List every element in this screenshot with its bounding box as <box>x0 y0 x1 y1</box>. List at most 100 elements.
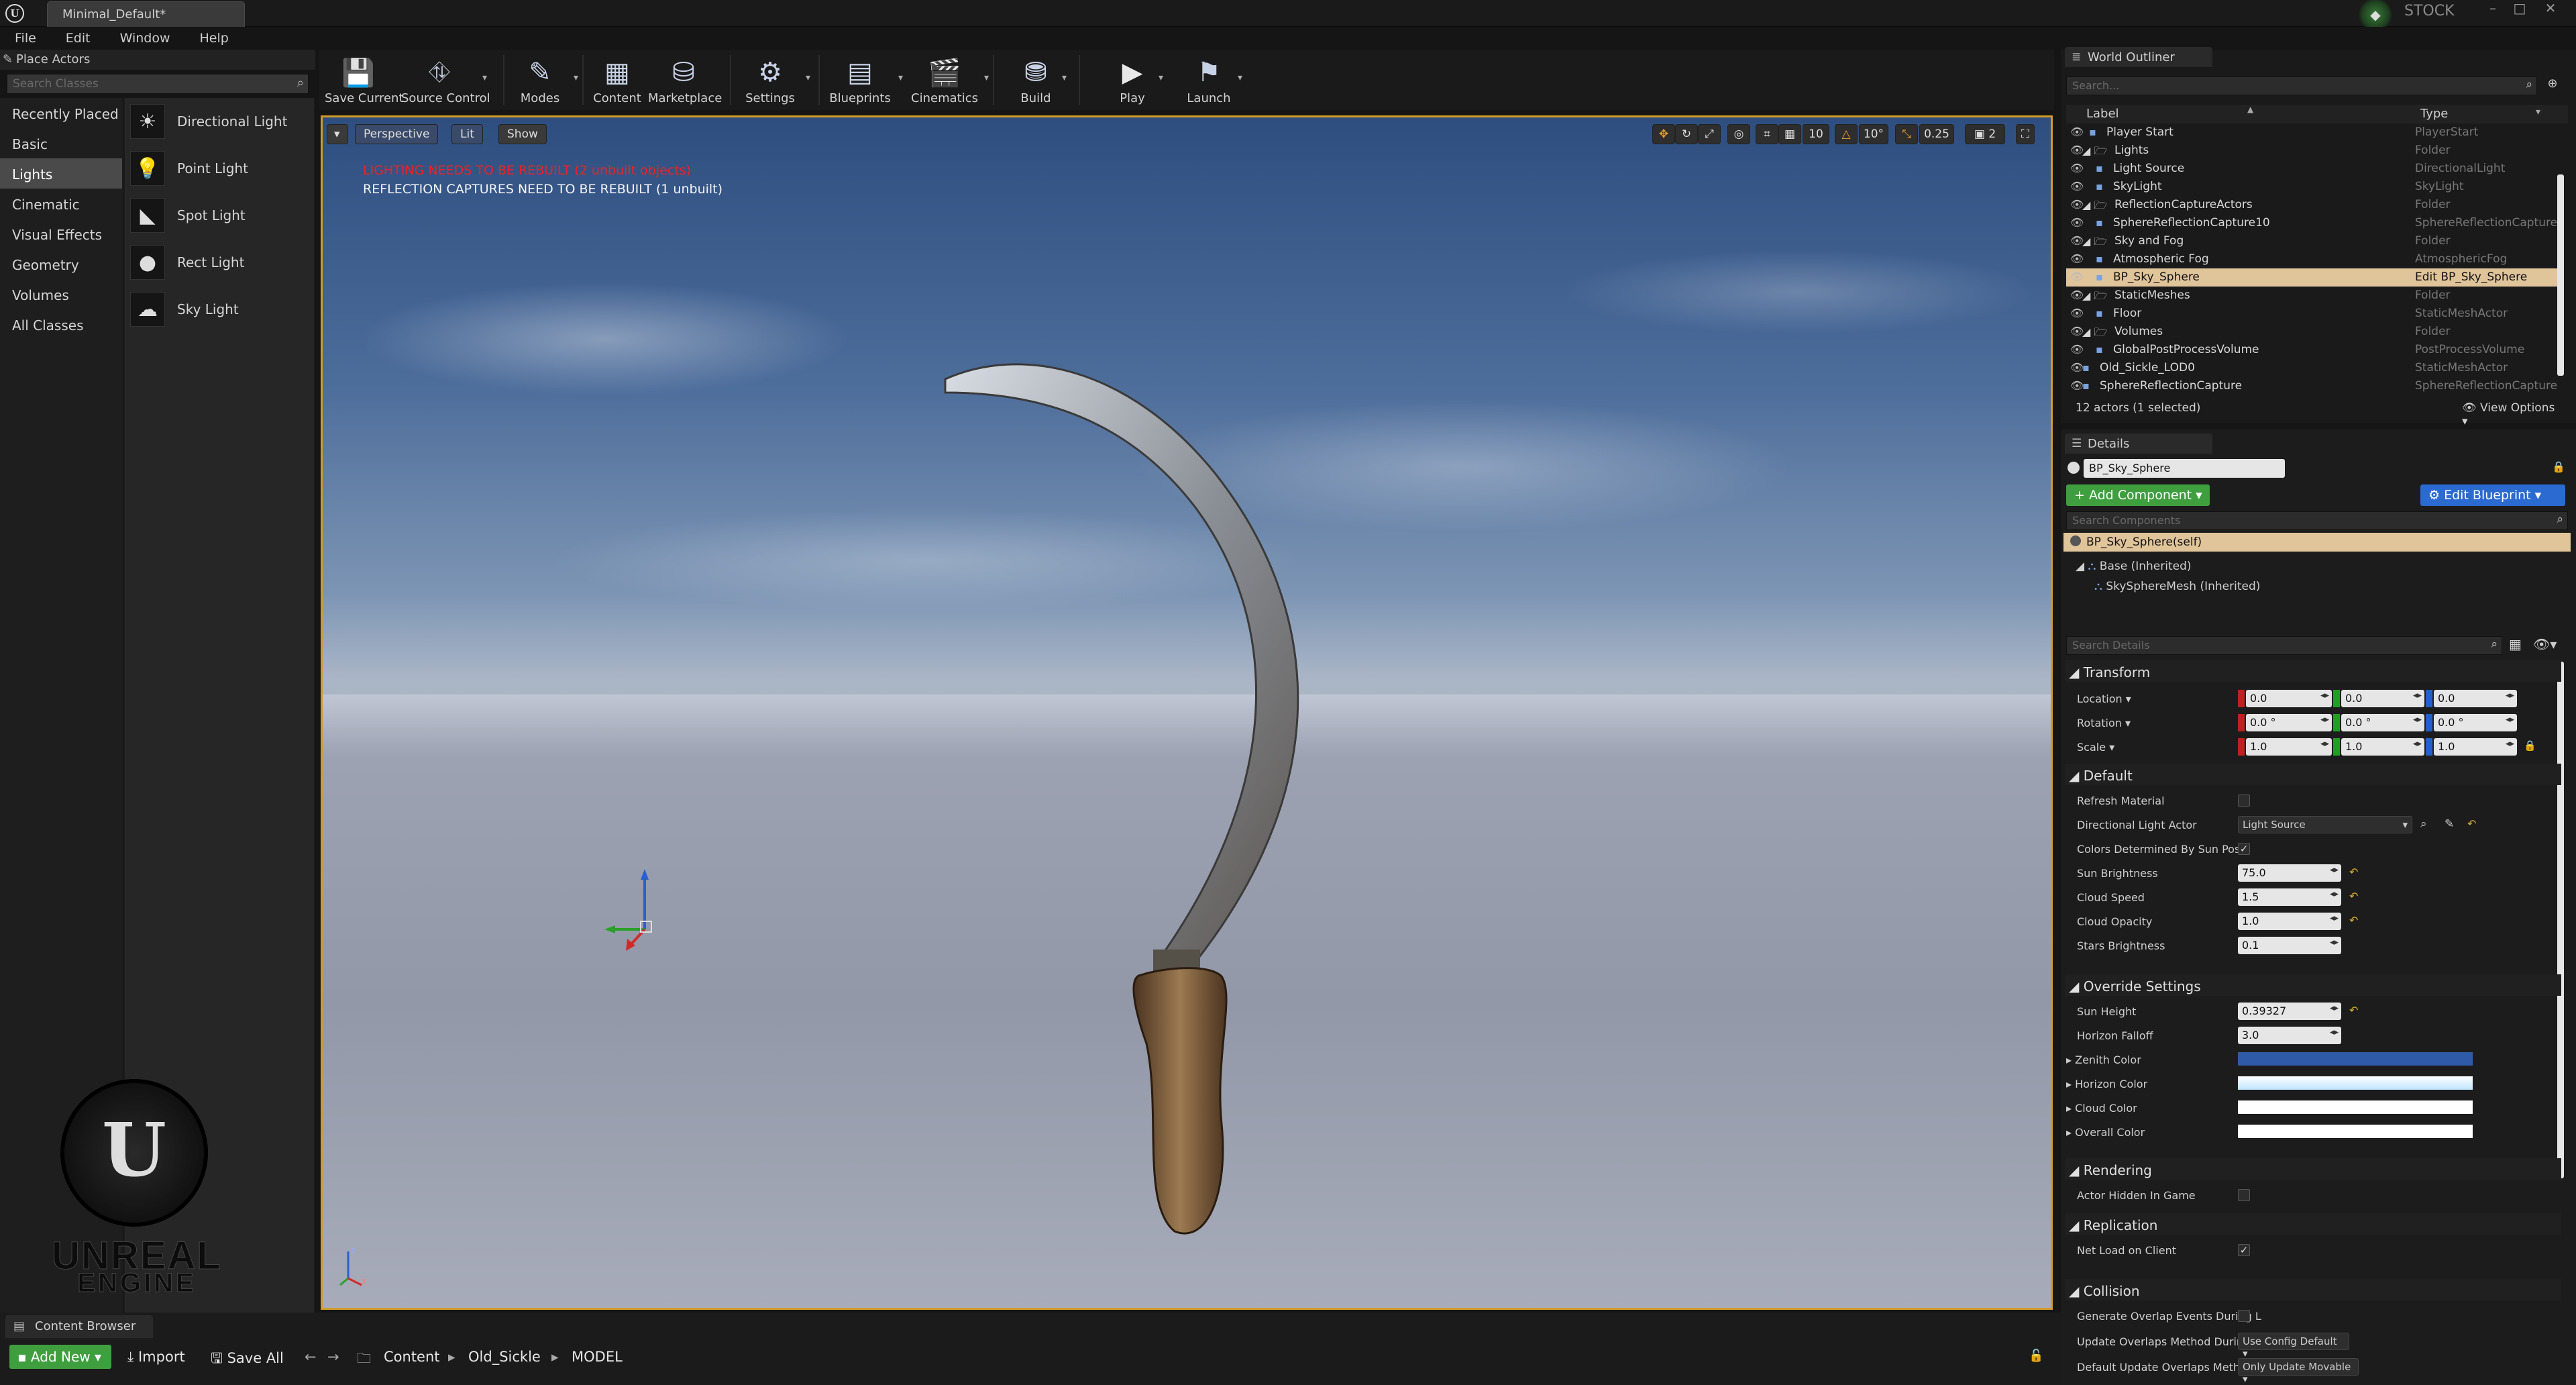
content-browser-tab[interactable]: ▤ Content Browser <box>5 1315 153 1338</box>
zenith-color-label[interactable]: ▸ Zenith Color <box>2066 1054 2141 1066</box>
scale-snap-value[interactable]: 0.25 <box>1919 124 1954 144</box>
save-current-button[interactable]: 💾 Save Current <box>325 50 404 110</box>
marketplace-button[interactable]: ⛁ Marketplace <box>648 50 722 110</box>
outliner-row[interactable]: 👁 ◢ 🗁 ReflectionCaptureActors Folder <box>2066 196 2563 214</box>
outliner-row[interactable]: 👁 ▪ Floor StaticMeshActor <box>2066 305 2563 323</box>
import-button[interactable]: ⤓ Import <box>127 1349 185 1366</box>
visibility-eye-icon[interactable]: 👁 <box>2070 125 2084 138</box>
modes-button[interactable]: ✎ Modes ▾ <box>511 50 578 110</box>
search-details-input[interactable]: Search Details ⌕ <box>2066 636 2502 655</box>
reset-to-default-icon[interactable]: ↶ <box>2349 890 2358 903</box>
place-actors-tab[interactable]: ✎ Place Actors <box>0 50 315 70</box>
search-components-input[interactable]: Search Components ⌕ <box>2066 511 2568 530</box>
scale-snap-icon[interactable]: ⤡ <box>1895 124 1918 144</box>
cloud-opacity-field[interactable]: 1.0 ◂▸ <box>2238 913 2341 930</box>
transform-gizmo[interactable] <box>604 869 685 956</box>
actor-spot-light[interactable]: ◣ Spot Light <box>125 192 314 239</box>
outliner-row-type[interactable]: Edit BP_Sky_Sphere <box>2415 270 2527 284</box>
outliner-row[interactable]: 👁 ▪ Old_Sickle_LOD0 StaticMeshActor <box>2066 359 2563 377</box>
visibility-eye-icon[interactable]: 👁 <box>2070 252 2084 265</box>
visibility-eye-icon[interactable]: 👁 <box>2070 343 2084 356</box>
play-button[interactable]: ▶ Play ▾ <box>1111 50 1163 110</box>
show-button[interactable]: Show <box>498 124 547 144</box>
lit-button[interactable]: Lit <box>451 124 483 144</box>
scale-y-field[interactable]: 1.0 ◂▸ <box>2341 738 2424 756</box>
visibility-eye-icon[interactable]: 👁 <box>2070 307 2084 319</box>
overall-color-label[interactable]: ▸ Overall Color <box>2066 1126 2145 1139</box>
menu-edit[interactable]: Edit <box>51 27 105 50</box>
actor-directional-light[interactable]: ☀ Directional Light <box>125 98 314 145</box>
location-x-field[interactable]: 0.0 ◂▸ <box>2246 690 2332 707</box>
scale-icon[interactable]: ⤢ <box>1698 124 1721 144</box>
stars-brightness-field[interactable]: 0.1 ◂▸ <box>2238 937 2341 954</box>
scale-z-field[interactable]: 1.0 ◂▸ <box>2434 738 2517 756</box>
horizon-falloff-field[interactable]: 3.0 ◂▸ <box>2238 1027 2341 1044</box>
reset-to-default-icon[interactable]: ↶ <box>2467 817 2476 830</box>
outliner-scrollbar[interactable] <box>2557 174 2564 376</box>
add-filter-icon[interactable]: ⊕ <box>2542 76 2563 95</box>
category-geometry[interactable]: Geometry <box>0 249 122 279</box>
add-new-button[interactable]: ▪ Add New ▾ <box>9 1345 111 1369</box>
section-replication[interactable]: ◢ Replication <box>2065 1213 2561 1235</box>
reset-to-default-icon[interactable]: ↶ <box>2349 914 2358 927</box>
world-outliner-tab[interactable]: ≣ World Outliner <box>2065 47 2212 67</box>
lock-icon[interactable]: 🔓 <box>2029 1349 2043 1363</box>
cloud-color-label[interactable]: ▸ Cloud Color <box>2066 1102 2137 1115</box>
location-label[interactable]: Location ▾ <box>2077 692 2131 705</box>
blueprints-button[interactable]: ▤ Blueprints ▾ <box>826 50 903 110</box>
horizon-color-swatch[interactable] <box>2238 1076 2473 1090</box>
category-recently-placed[interactable]: Recently Placed <box>0 98 122 128</box>
eyedropper-icon[interactable]: ✎ <box>2445 817 2454 831</box>
launch-button[interactable]: ⚑ Launch ▾ <box>1185 50 1242 110</box>
category-volumes[interactable]: Volumes <box>0 279 122 309</box>
rotation-label[interactable]: Rotation ▾ <box>2077 717 2131 729</box>
type-column-header[interactable]: Type <box>2420 107 2448 121</box>
section-transform[interactable]: ◢ Transform <box>2065 660 2561 682</box>
section-default[interactable]: ◢ Default <box>2065 764 2561 785</box>
settings-button[interactable]: ⚙ Settings ▾ <box>739 50 810 110</box>
net-load-checkbox[interactable]: ✓ <box>2238 1244 2250 1256</box>
refresh-material-checkbox[interactable] <box>2238 794 2250 807</box>
outliner-row[interactable]: 👁 ▪ SkyLight SkyLight <box>2066 178 2563 196</box>
history-forward-icon[interactable]: → <box>327 1349 339 1365</box>
cloud-speed-field[interactable]: 1.5 ◂▸ <box>2238 888 2341 906</box>
mesh-component-row[interactable]: ⛬ SkySphereMesh (Inherited) <box>2094 580 2260 593</box>
lock-icon[interactable]: 🔒 <box>2552 460 2565 473</box>
actor-sky-light[interactable]: ☁ Sky Light <box>125 286 314 333</box>
colors-determined-checkbox[interactable]: ✓ <box>2238 843 2250 855</box>
document-tab[interactable]: Minimal_Default* <box>47 1 245 27</box>
directional-light-actor-dropdown[interactable]: Light Source ▾ <box>2238 816 2412 833</box>
folder-icon[interactable]: 🗀 <box>357 1349 371 1372</box>
rotation-x-field[interactable]: 0.0 ° ◂▸ <box>2246 714 2332 731</box>
minimize-icon[interactable]: – <box>2482 0 2504 19</box>
sun-height-field[interactable]: 0.39327 ◂▸ <box>2238 1003 2341 1020</box>
category-cinematic[interactable]: Cinematic <box>0 189 122 219</box>
history-back-icon[interactable]: ← <box>305 1349 317 1365</box>
edit-blueprint-button[interactable]: ⚙ Edit Blueprint ▾ <box>2420 484 2565 506</box>
self-component-row[interactable]: BP_Sky_Sphere(self) <box>2063 533 2571 552</box>
outliner-row[interactable]: 👁 ▪ BP_Sky_Sphere Edit BP_Sky_Sphere <box>2066 268 2563 287</box>
outliner-row[interactable]: 👁 ▪ SphereReflectionCapture SphereReflectio… <box>2066 377 2563 395</box>
stock-label[interactable]: STOCK <box>2404 3 2455 19</box>
rotation-snap-value[interactable]: 10° <box>1859 124 1888 144</box>
overall-color-swatch[interactable] <box>2238 1125 2473 1138</box>
reset-to-default-icon[interactable]: ↶ <box>2349 1004 2358 1017</box>
menu-file[interactable]: File <box>0 27 51 50</box>
horizon-color-label[interactable]: ▸ Horizon Color <box>2066 1078 2147 1090</box>
sun-brightness-field[interactable]: 75.0 ◂▸ <box>2238 864 2341 882</box>
scale-x-field[interactable]: 1.0 ◂▸ <box>2246 738 2332 756</box>
maximize-icon[interactable]: □ <box>2509 0 2530 19</box>
category-lights[interactable]: Lights <box>0 158 122 189</box>
camera-speed-button[interactable]: ▣ 2 <box>1965 124 2005 144</box>
outliner-row[interactable]: 👁 ▪ Player Start PlayerStart <box>2066 123 2563 142</box>
reset-to-default-icon[interactable]: ↶ <box>2349 866 2358 878</box>
actor-rect-light[interactable]: ● Rect Light <box>125 239 314 286</box>
location-y-field[interactable]: 0.0 ◂▸ <box>2341 690 2424 707</box>
rotation-z-field[interactable]: 0.0 ° ◂▸ <box>2434 714 2517 731</box>
world-local-icon[interactable]: ◎ <box>1727 124 1750 144</box>
cloud-color-swatch[interactable] <box>2238 1100 2473 1114</box>
outliner-row[interactable]: 👁 ▪ SphereReflectionCapture10 SphereReflect… <box>2066 214 2563 232</box>
rotate-icon[interactable]: ↻ <box>1675 124 1698 144</box>
visibility-eye-icon[interactable]: 👁 <box>2070 270 2084 283</box>
cinematics-button[interactable]: 🎬 Cinematics ▾ <box>910 50 989 110</box>
